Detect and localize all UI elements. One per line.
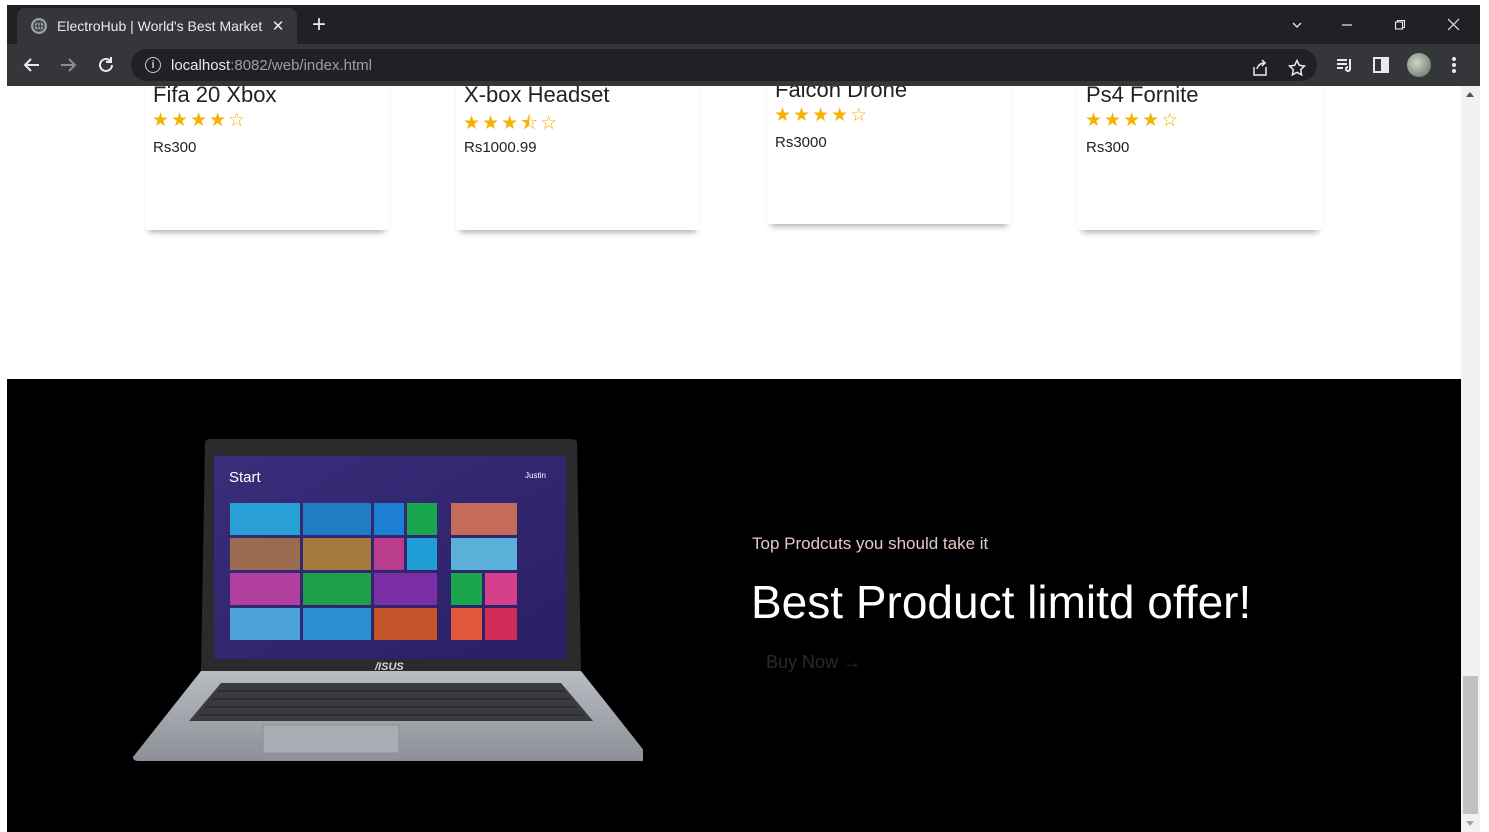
product-name: Ps4 Fornite: [1086, 86, 1199, 107]
site-info-icon[interactable]: i: [145, 57, 161, 73]
promo-banner: Start Justin /ISUS Top Prodcuts you shou…: [7, 379, 1461, 832]
rating-stars-icon: ★★★⯪☆: [463, 113, 560, 134]
promo-title: Best Product limitd offer!: [751, 576, 1252, 628]
tab-close-icon[interactable]: ✕: [269, 17, 287, 35]
tab-search-icon[interactable]: [1272, 5, 1322, 44]
rating-stars-icon: ★★★★☆: [1085, 110, 1181, 131]
product-price: Rs3000: [775, 134, 827, 151]
minimize-icon[interactable]: [1322, 5, 1372, 44]
laptop-start-label: Start: [229, 469, 262, 486]
laptop-image: Start Justin /ISUS: [133, 439, 643, 761]
bookmark-star-icon[interactable]: [1286, 57, 1308, 79]
reading-list-icon[interactable]: [1334, 54, 1356, 76]
product-name: X-box Headset: [464, 86, 610, 107]
browser-tab[interactable]: ElectroHub | World's Best Market ✕: [17, 8, 297, 44]
product-card[interactable]: Fifa 20 Xbox ★★★★☆ Rs300: [145, 86, 389, 230]
product-card[interactable]: Falcon Drone ★★★★☆ Rs3000: [767, 86, 1011, 224]
tab-title: ElectroHub | World's Best Market: [57, 18, 263, 34]
page-scrollbar[interactable]: [1461, 86, 1480, 832]
url-path: :8082/web/index.html: [230, 56, 372, 74]
share-icon[interactable]: [1249, 57, 1271, 79]
restore-icon[interactable]: [1375, 5, 1425, 44]
product-name: Falcon Drone: [775, 86, 908, 102]
scroll-up-arrow-icon[interactable]: [1466, 92, 1474, 97]
rating-stars-icon: ★★★★☆: [774, 105, 870, 126]
scroll-down-arrow-icon[interactable]: [1466, 821, 1474, 826]
product-name: Fifa 20 Xbox: [153, 86, 277, 107]
url-host: localhost: [171, 56, 231, 74]
side-panel-icon[interactable]: [1370, 54, 1392, 76]
reload-icon[interactable]: [93, 52, 119, 78]
globe-icon: [31, 18, 47, 34]
browser-toolbar: i localhost:8082/web/index.html: [7, 44, 1480, 86]
product-card[interactable]: X-box Headset ★★★⯪☆ Rs1000.99: [456, 86, 700, 230]
menu-kebab-icon[interactable]: [1443, 54, 1465, 76]
promo-subtitle: Top Prodcuts you should take it: [752, 534, 989, 553]
product-card[interactable]: Ps4 Fornite ★★★★☆ Rs300: [1078, 86, 1322, 230]
back-icon[interactable]: [19, 52, 45, 78]
buy-now-button[interactable]: Buy Now →: [766, 652, 861, 673]
rating-stars-icon: ★★★★☆: [152, 110, 248, 131]
profile-avatar[interactable]: [1407, 53, 1431, 77]
product-price: Rs300: [1086, 139, 1130, 156]
laptop-user-label: Justin: [525, 471, 546, 480]
browser-titlebar: ElectroHub | World's Best Market ✕ +: [7, 5, 1480, 44]
close-window-icon[interactable]: [1428, 5, 1478, 44]
page-viewport: Fifa 20 Xbox ★★★★☆ Rs300 X-box Headset ★…: [7, 86, 1461, 832]
forward-icon[interactable]: [55, 52, 81, 78]
new-tab-button[interactable]: +: [307, 13, 331, 38]
scrollbar-thumb[interactable]: [1463, 676, 1478, 814]
address-bar[interactable]: i localhost:8082/web/index.html: [131, 49, 1317, 81]
url-text: localhost:8082/web/index.html: [171, 57, 372, 74]
product-price: Rs1000.99: [464, 139, 537, 156]
product-price: Rs300: [153, 139, 197, 156]
